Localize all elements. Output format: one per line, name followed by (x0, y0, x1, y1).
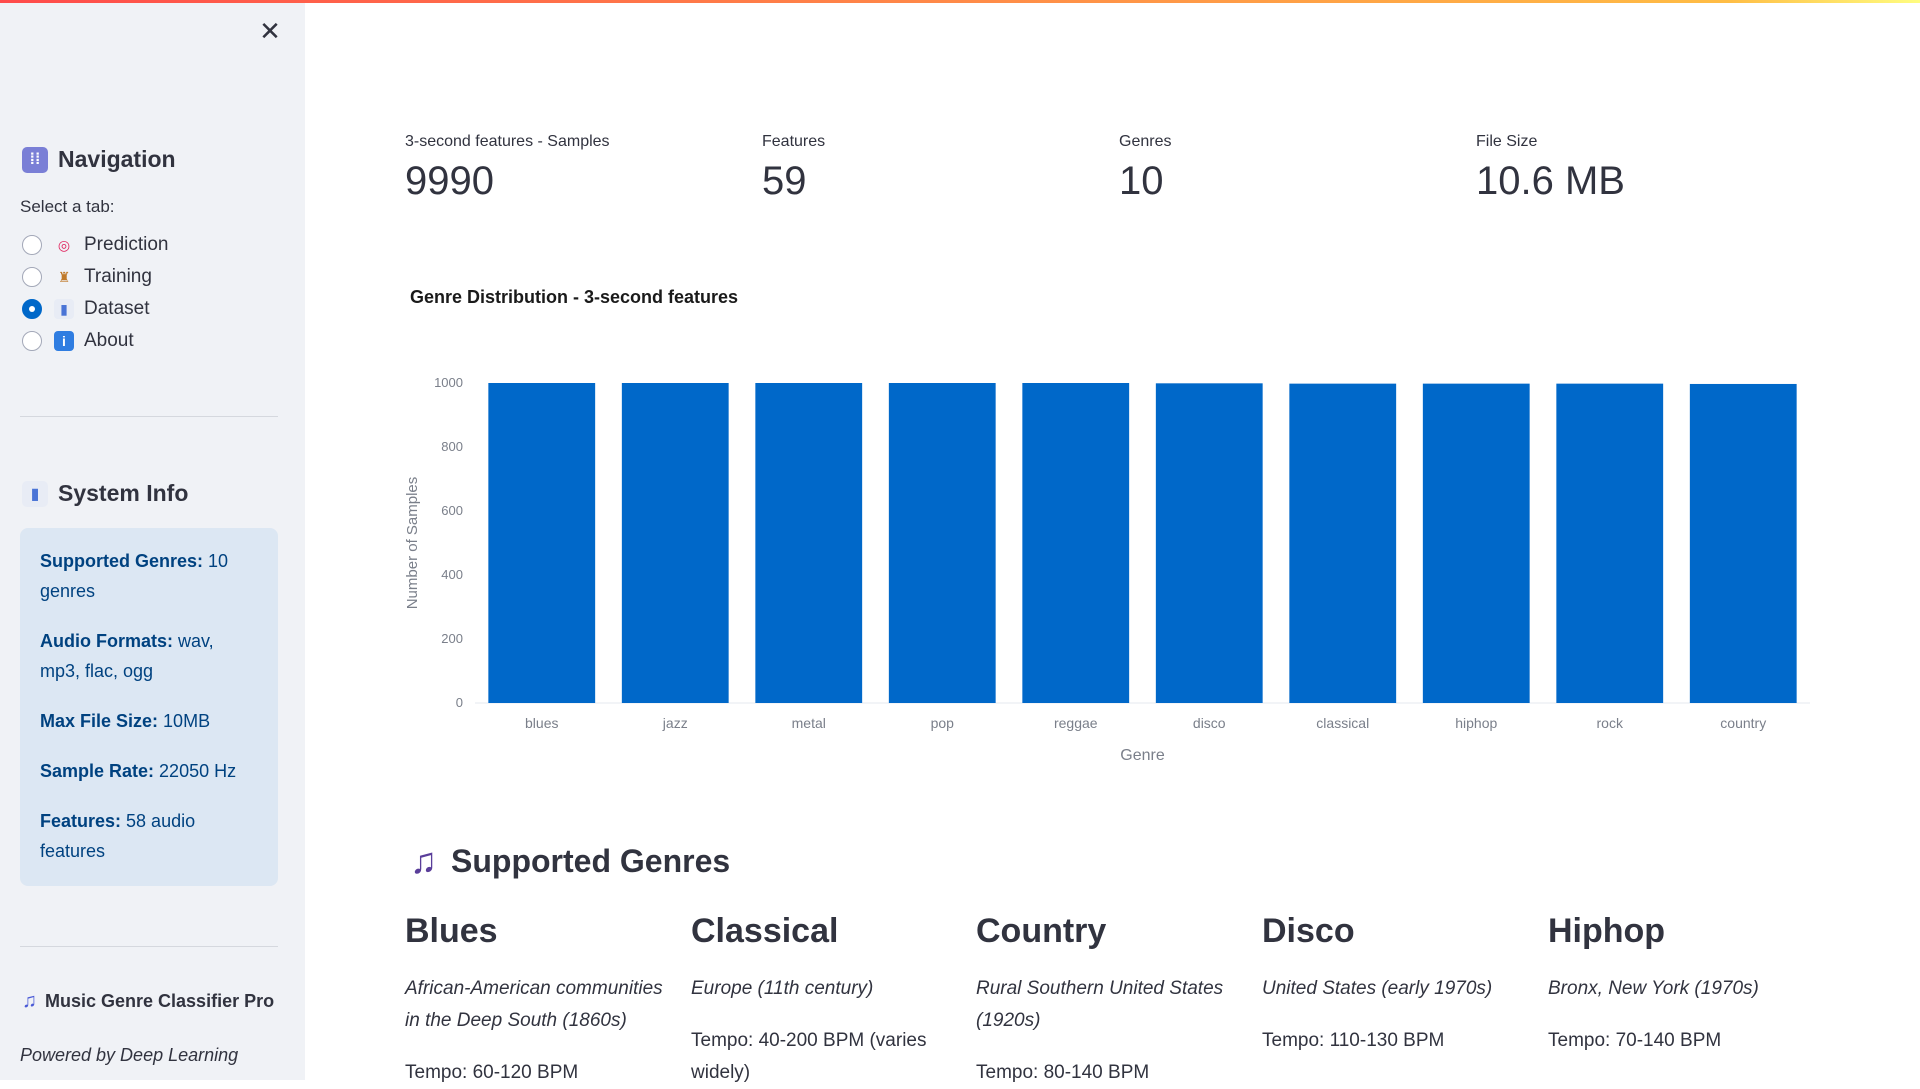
genre-card-disco: Disco United States (early 1970s) Tempo:… (1262, 912, 1493, 1051)
radio-button[interactable] (22, 331, 42, 351)
close-sidebar-button[interactable]: ✕ (258, 18, 282, 44)
info-sample-rate: Sample Rate: 22050 Hz (40, 761, 237, 781)
radio-button-selected[interactable] (22, 299, 42, 319)
x-tick-label: jazz (662, 715, 688, 731)
app-footer-subtitle: Powered by Deep Learning (20, 1045, 239, 1065)
tab-select-label: Select a tab: (20, 197, 115, 216)
x-tick-label: pop (931, 715, 955, 731)
sidebar-divider (20, 946, 278, 947)
target-icon: ◎ (57, 236, 71, 253)
radio-button[interactable] (22, 235, 42, 255)
sidebar: ✕ ⁞⁞ Navigation Select a tab: ◎ Predicti… (0, 0, 305, 1080)
x-tick-label: disco (1193, 715, 1226, 731)
y-tick-label: 600 (441, 503, 463, 518)
bar-chart-icon: ▮ (54, 299, 74, 319)
metric-genres: Genres 10 (1119, 133, 1172, 203)
radio-tab-dataset[interactable]: ▮ Dataset (22, 293, 169, 325)
radio-tab-prediction[interactable]: ◎ Prediction (22, 229, 169, 261)
bar-classical[interactable] (1289, 383, 1397, 703)
bar-jazz[interactable] (621, 383, 729, 703)
x-tick-label: hiphop (1455, 715, 1497, 731)
sidebar-divider (20, 416, 278, 417)
y-tick-label: 400 (441, 567, 463, 582)
info-audio-formats: Audio Formats: wav, mp3, flac, ogg (40, 631, 214, 681)
bar-pop[interactable] (888, 383, 996, 703)
x-tick-label: country (1720, 715, 1766, 731)
radio-button[interactable] (22, 267, 42, 287)
y-tick-label: 800 (441, 439, 463, 454)
navigation-heading: ⁞⁞ Navigation (22, 146, 176, 173)
genre-card-classical: Classical Europe (11th century) Tempo: 4… (691, 912, 927, 1083)
app-footer-title: ♫ Music Genre Classifier Pro (22, 990, 275, 1012)
genre-card-hiphop: Hiphop Bronx, New York (1970s) Tempo: 70… (1548, 912, 1759, 1051)
system-info-box: Supported Genres: 10 genres Audio Format… (20, 528, 278, 886)
genre-card-blues: Blues African-American communities in th… (405, 912, 663, 1083)
bar-blues[interactable] (488, 383, 596, 703)
system-info-heading: ▮ System Info (22, 480, 188, 507)
info-icon: i (54, 331, 74, 351)
x-tick-label: blues (525, 715, 558, 731)
x-tick-label: rock (1597, 715, 1624, 731)
bar-rock[interactable] (1556, 383, 1664, 703)
info-max-file-size: Max File Size: 10MB (40, 711, 211, 731)
bar-metal[interactable] (755, 383, 863, 703)
main-content: 3-second features - Samples 9990 Feature… (305, 0, 1920, 1083)
bar-hiphop[interactable] (1422, 383, 1530, 703)
y-tick-label: 200 (441, 631, 463, 646)
bar-reggae[interactable] (1022, 383, 1130, 703)
bar-disco[interactable] (1155, 383, 1263, 703)
x-tick-label: reggae (1054, 715, 1098, 731)
genre-distribution-chart[interactable]: 0 200 400 600 800 1000 blues jazz metal pop reggae… (400, 350, 1830, 790)
y-tick-label: 1000 (434, 375, 463, 390)
info-features: Features: 58 audio features (40, 811, 196, 861)
chart-title: Genre Distribution - 3-second features (410, 287, 739, 307)
radio-tab-training[interactable]: ♜ Training (22, 261, 169, 293)
y-axis-title: Number of Samples (404, 477, 421, 610)
x-axis-title: Genre (1120, 747, 1165, 764)
info-supported-genres: Supported Genres: 10 genres (40, 551, 229, 601)
y-tick-label: 0 (456, 695, 463, 710)
control-knobs-icon: ⁞⁞ (22, 146, 48, 173)
metric-samples: 3-second features - Samples 9990 (405, 133, 610, 203)
supported-genres-heading: ♫ Supported Genres (410, 840, 731, 881)
radio-tab-about[interactable]: i About (22, 325, 169, 357)
metric-file-size: File Size 10.6 MB (1476, 133, 1625, 203)
music-notes-icon: ♫ (410, 840, 437, 881)
top-decoration-bar (0, 0, 1920, 3)
x-tick-label: classical (1316, 715, 1369, 731)
music-note-icon: ♫ (22, 990, 37, 1012)
bar-country[interactable] (1689, 383, 1797, 703)
weightlifter-icon: ♜ (57, 268, 71, 285)
metric-features: Features 59 (762, 133, 826, 203)
genre-card-country: Country Rural Southern United States (19… (976, 912, 1224, 1083)
tab-radio-group: ◎ Prediction ♜ Training ▮ Dataset i Abou… (22, 229, 169, 357)
x-tick-label: metal (792, 715, 826, 731)
bar-chart-icon: ▮ (22, 480, 48, 507)
